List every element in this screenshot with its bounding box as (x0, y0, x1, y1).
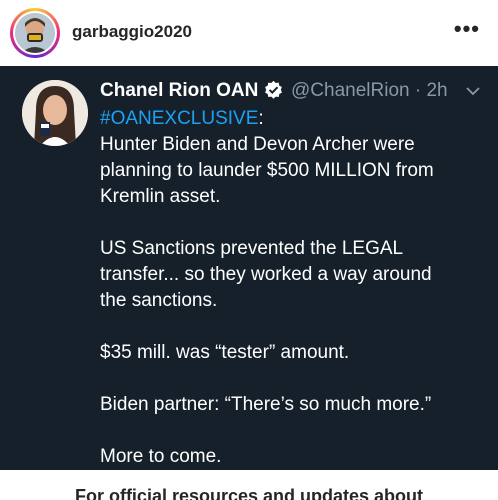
tweet-line: Hunter Biden and Devon Archer were (100, 134, 415, 155)
more-options-icon[interactable]: ••• (454, 16, 480, 42)
tweet-screenshot: Chanel Rion OAN @ChanelRion · 2h #OANEXC… (0, 66, 498, 470)
user-avatar[interactable] (10, 8, 60, 58)
tweet-handle-time: @ChanelRion · 2h (291, 80, 448, 101)
tweet-line: US Sanctions prevented the LEGAL (100, 238, 404, 259)
tweet-line: Kremlin asset. (100, 186, 221, 207)
username[interactable]: garbaggio2020 (72, 22, 192, 42)
tweet-line (100, 418, 490, 444)
tweet-display-name: Chanel Rion OAN (100, 80, 259, 101)
tweet-line: Biden partner: “There’s so much more.” (100, 394, 432, 415)
chevron-down-icon[interactable] (466, 86, 480, 96)
tweet-line (100, 366, 490, 392)
verified-badge-icon (265, 80, 282, 99)
tweet-line: More to come. (100, 446, 222, 467)
tweet-line: planning to launder $500 MILLION from (100, 160, 434, 181)
tweet-hashtag-line: #OANEXCLUSIVE: (100, 108, 264, 129)
hashtag-link[interactable]: #OANEXCLUSIVE (100, 108, 258, 129)
tweet-text: #OANEXCLUSIVE: Hunter Biden and Devon Ar… (100, 106, 490, 470)
tweet-avatar (22, 80, 88, 146)
tweet-line (100, 314, 490, 340)
tweet-line: transfer... so they worked a way around (100, 264, 432, 285)
instagram-post-header: garbaggio2020 ••• (0, 0, 498, 66)
tweet-line (100, 210, 490, 236)
tweet-line: the sanctions. (100, 290, 218, 311)
covid-info-banner[interactable]: For official resources and updates about (0, 486, 498, 500)
tweet-line: $35 mill. was “tester” amount. (100, 342, 350, 363)
avatar-image (15, 13, 55, 53)
